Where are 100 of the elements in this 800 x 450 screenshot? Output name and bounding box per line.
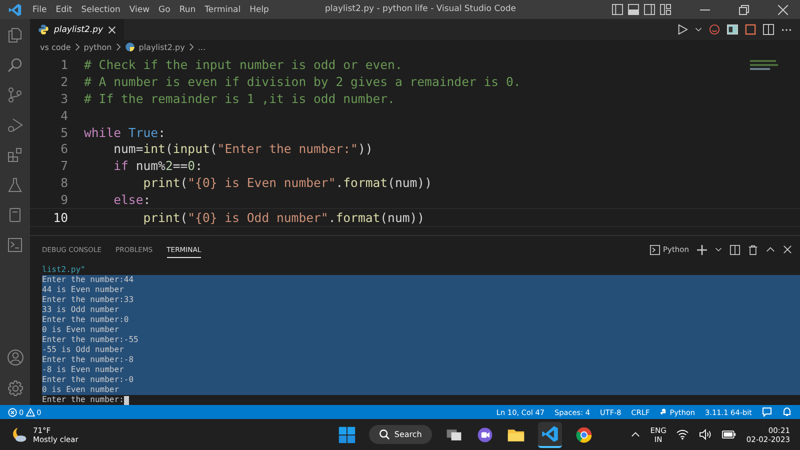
secondary-sidebar-icon[interactable]	[644, 4, 655, 15]
python-file-icon	[124, 42, 135, 52]
account-icon[interactable]	[6, 349, 24, 366]
terminal-line: Enter the number:0	[42, 315, 129, 325]
terminal-icon[interactable]	[7, 237, 23, 253]
feedback-icon[interactable]	[762, 407, 772, 417]
line-number: 10	[52, 210, 69, 225]
weather-moon-icon	[10, 426, 28, 444]
notebook-icon[interactable]	[7, 207, 23, 223]
code-line: print("{0} is Odd number".format(num))	[142, 210, 425, 225]
start-icon[interactable]	[338, 426, 356, 444]
close-icon[interactable]	[783, 245, 792, 254]
chat-icon[interactable]	[476, 426, 494, 444]
line-number: 7	[60, 159, 69, 174]
code-line: while True:	[84, 126, 166, 140]
trash-icon[interactable]	[748, 244, 758, 254]
chevron-up-icon[interactable]	[766, 245, 775, 254]
taskbar-search[interactable]: Search	[369, 425, 432, 444]
preview-icon[interactable]	[727, 24, 738, 35]
wifi-icon[interactable]	[676, 429, 690, 440]
line-number: 2	[60, 75, 69, 90]
line-number: 6	[60, 142, 69, 156]
settings-icon[interactable]	[6, 380, 24, 397]
browser-icon[interactable]	[574, 426, 593, 444]
code-line: num=int(input("Enter the number:"))	[112, 142, 373, 156]
face-icon[interactable]	[709, 24, 720, 35]
code-line: # A number is even if division by 2 gives a remainder is 0.	[84, 75, 521, 90]
line-number: 5	[60, 126, 69, 140]
chevron-down-icon[interactable]	[695, 26, 702, 33]
terminal-line: Enter the number:	[42, 395, 124, 405]
layout-icon[interactable]	[660, 4, 671, 15]
text-cursor	[124, 396, 129, 404]
close-icon[interactable]	[778, 4, 788, 14]
terminal-line: Enter the number:33	[42, 295, 134, 305]
menu-item[interactable]: View	[124, 4, 154, 14]
terminal-line: 0 is Even number	[42, 325, 120, 335]
terminal-line: Enter the number:-8	[42, 355, 134, 365]
editor-tab[interactable]: playlist2.py	[30, 19, 124, 40]
chevron-right-icon	[188, 43, 194, 51]
search-icon	[379, 429, 390, 440]
menu-item[interactable]: Selection	[76, 4, 125, 14]
menu-item[interactable]: Run	[174, 4, 200, 14]
panel-toggle-icon[interactable]	[628, 4, 639, 15]
breadcrumb-item[interactable]: ...	[198, 42, 206, 52]
terminal-line: Enter the number:-55	[42, 335, 138, 345]
stop-icon[interactable]	[745, 24, 756, 35]
code-line: else:	[112, 192, 151, 207]
code-line: print("{0} is Even number".format(num))	[142, 176, 432, 190]
chevron-up-icon[interactable]	[631, 430, 640, 439]
terminal-line: Enter the number:44	[42, 275, 134, 285]
code-line: # Check if the input number is odd or even.	[84, 58, 402, 72]
breadcrumb-item[interactable]: vs code	[40, 42, 71, 52]
line-number: 1	[60, 58, 69, 72]
bell-icon[interactable]	[782, 407, 792, 417]
sidebar-toggle-icon[interactable]	[612, 4, 623, 15]
code-line: if num%2==0:	[112, 159, 202, 174]
terminal-line: Enter the number:-0	[42, 375, 134, 385]
line-number: 4	[60, 108, 69, 123]
terminal-line: -8 is Even number	[42, 365, 124, 375]
menu-item[interactable]: Help	[245, 4, 274, 14]
python-icon	[660, 408, 668, 416]
restore-icon[interactable]	[739, 4, 749, 14]
code-editor-taskbar-button[interactable]	[538, 422, 562, 448]
terminal-line: -55 is Odd number	[42, 345, 124, 355]
breadcrumb-item[interactable]: python	[84, 42, 112, 52]
app-logo-icon	[8, 2, 22, 16]
terminal-line: 0 is Even number	[42, 385, 120, 395]
battery-icon[interactable]	[722, 430, 736, 439]
menu-item[interactable]: File	[28, 4, 52, 14]
line-number: 3	[60, 92, 69, 106]
breadcrumb-item[interactable]: playlist2.py	[138, 42, 185, 52]
split-terminal-icon[interactable]	[730, 244, 740, 254]
line-number: 9	[60, 192, 69, 207]
flask-icon[interactable]	[7, 177, 23, 193]
source-control-icon[interactable]	[7, 87, 23, 103]
code-line: # If the remainder is 1 ,it is odd number.	[84, 92, 395, 106]
terminal-line: list2.py"	[42, 265, 86, 275]
search-icon[interactable]	[7, 57, 23, 73]
line-number: 8	[60, 176, 69, 190]
split-editor-icon[interactable]	[763, 24, 774, 35]
files-icon[interactable]	[7, 27, 23, 43]
chevron-right-icon	[74, 43, 80, 51]
window-title: playlist2.py - python life - Visual Studio Code	[325, 4, 516, 14]
run-debug-icon[interactable]	[7, 117, 23, 133]
terminal-line: 33 is Odd number	[42, 305, 120, 315]
extensions-icon[interactable]	[7, 147, 23, 163]
minimap-drawing	[750, 60, 780, 72]
python-file-icon	[38, 24, 49, 35]
plus-icon[interactable]	[697, 244, 707, 254]
menu-item[interactable]: Go	[154, 4, 175, 14]
close-icon[interactable]	[108, 26, 116, 34]
terminal-icon	[650, 244, 660, 254]
menu-item[interactable]: Terminal	[200, 4, 246, 14]
chevron-down-icon[interactable]	[715, 246, 722, 253]
run-icon[interactable]	[677, 24, 688, 35]
more-icon[interactable]	[781, 28, 792, 32]
speaker-icon[interactable]	[699, 429, 712, 440]
chevron-right-icon	[116, 43, 121, 51]
terminal-line: 44 is Even number	[42, 285, 124, 295]
menu-item[interactable]: Edit	[51, 4, 77, 14]
